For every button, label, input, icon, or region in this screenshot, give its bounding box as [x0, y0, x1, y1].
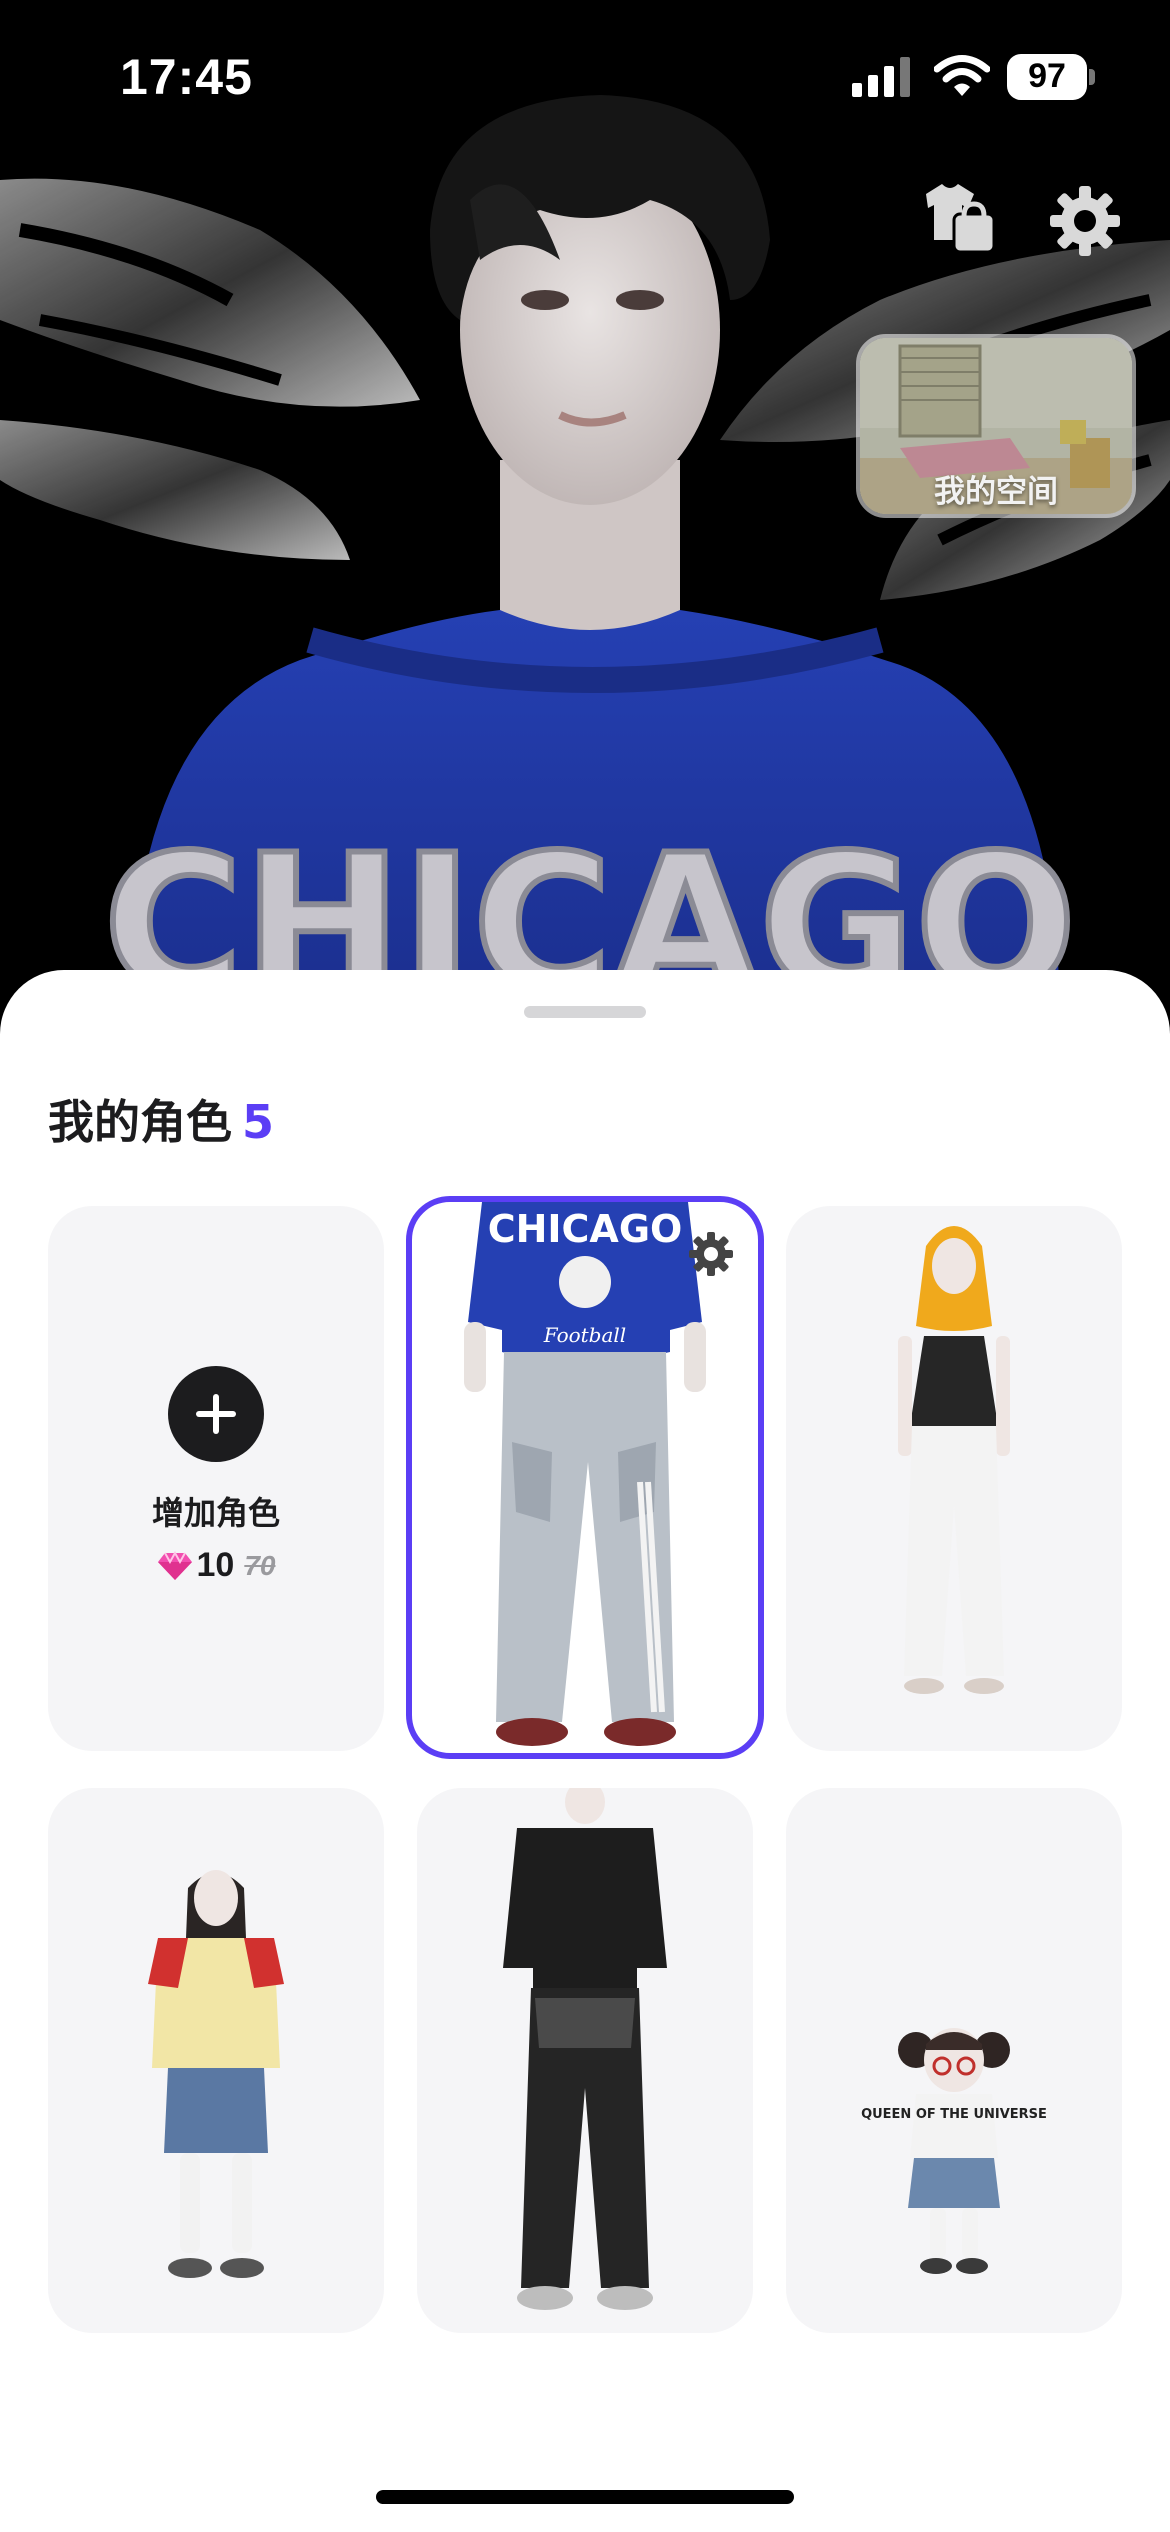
home-indicator[interactable] [376, 2490, 794, 2504]
character-chicago-avatar: CHICAGO Football [464, 1202, 706, 1746]
sheet-title: 我的角色 5 [48, 1086, 274, 1152]
add-character-label: 增加角色 [151, 1494, 280, 1532]
sheet-title-text: 我的角色 [48, 1095, 232, 1149]
chicago-shirt-text: CHICAGO [488, 1207, 683, 1251]
hero-avatar-view: CHICAGO 17:45 97 我的空间 [0, 0, 1170, 1000]
queen-shirt-text: QUEEN OF THE UNIVERSE [861, 2107, 1047, 2122]
character-card-chicago[interactable]: CHICAGO Football [406, 1196, 764, 1759]
diamond-icon [157, 1550, 192, 1580]
status-bar: 17:45 97 [0, 0, 1170, 150]
chicago-shirt-subtext: Football [543, 1323, 626, 1347]
character-red-shirt-avatar [148, 1870, 284, 2278]
battery-icon: 97 [1007, 54, 1095, 100]
my-space-label: 我的空间 [934, 474, 1058, 510]
price-current: 10 [196, 1546, 235, 1584]
character-card-blonde[interactable] [786, 1206, 1122, 1751]
character-black-outfit-avatar [503, 1788, 667, 2310]
character-settings-icon[interactable] [687, 1230, 735, 1278]
add-character-card[interactable]: 增加角色 10 70 [48, 1206, 384, 1751]
add-icon[interactable] [168, 1366, 264, 1462]
wardrobe-shop-icon[interactable] [920, 180, 1000, 256]
signal-icon [852, 57, 910, 97]
gear-icon[interactable] [1048, 184, 1122, 258]
price-original: 70 [244, 1549, 276, 1581]
price-row: 10 70 [48, 1546, 384, 1585]
battery-level: 97 [1028, 57, 1066, 95]
status-time: 17:45 [120, 49, 253, 105]
character-count: 5 [242, 1095, 275, 1149]
characters-sheet: 我的角色 5 增加角色 10 70 CHICAGO Football QUEEN… [0, 970, 1170, 2532]
wifi-icon [934, 55, 990, 96]
character-blonde-avatar [898, 1226, 1010, 1694]
character-queen-shirt-avatar: QUEEN OF THE UNIVERSE [861, 2028, 1047, 2274]
character-card-red-shirt[interactable] [48, 1788, 384, 2333]
my-space-button[interactable]: 我的空间 [856, 334, 1136, 518]
character-card-black-outfit[interactable] [417, 1788, 753, 2333]
sheet-drag-handle[interactable] [524, 1006, 646, 1018]
character-card-queen-shirt[interactable]: QUEEN OF THE UNIVERSE [786, 1788, 1122, 2333]
